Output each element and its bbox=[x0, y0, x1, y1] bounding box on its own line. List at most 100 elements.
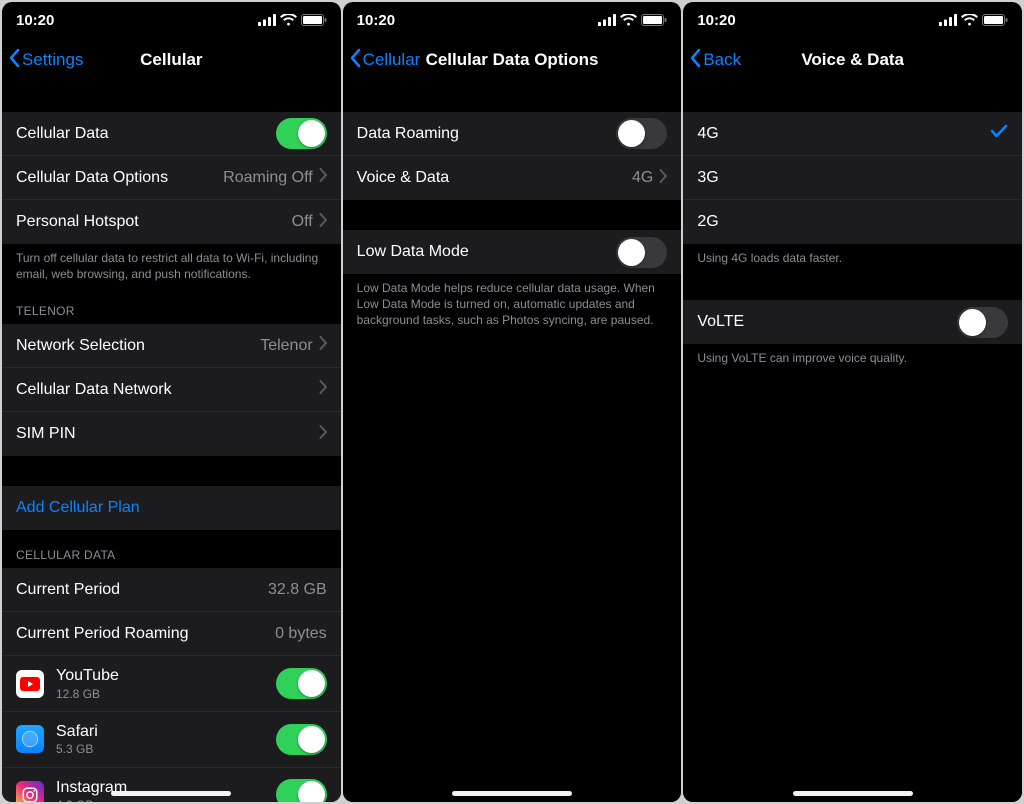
nav-bar: Cellular Cellular Data Options bbox=[343, 38, 682, 82]
status-time: 10:20 bbox=[357, 12, 395, 29]
table-group: Current Period32.8 GBCurrent Period Roam… bbox=[2, 568, 341, 802]
screen-voice-and-data: 10:20 Back Voice & Data 4G 3G 2G Using 4G l… bbox=[683, 2, 1022, 802]
status-bar: 10:20 bbox=[2, 2, 341, 38]
table-group: Low Data Mode bbox=[343, 230, 682, 274]
cellular-data-network[interactable]: Cellular Data Network bbox=[2, 368, 341, 412]
cell-label: Cellular Data Network bbox=[16, 381, 319, 399]
nav-back-button[interactable]: Back bbox=[689, 38, 741, 82]
youtube-icon bbox=[16, 670, 44, 698]
home-indicator[interactable] bbox=[111, 791, 231, 796]
chevron-left-icon bbox=[689, 48, 703, 73]
opt-4g[interactable]: 4G bbox=[683, 112, 1022, 156]
opt-2g[interactable]: 2G bbox=[683, 200, 1022, 244]
cell-value: Roaming Off bbox=[223, 169, 313, 187]
table-group: Add Cellular Plan bbox=[2, 486, 341, 530]
cell-label: Voice & Data bbox=[357, 169, 632, 187]
network-selection[interactable]: Network SelectionTelenor bbox=[2, 324, 341, 368]
chevron-right-icon bbox=[319, 213, 327, 232]
app-safari: Safari5.3 GB bbox=[2, 712, 341, 768]
wifi-icon bbox=[280, 14, 297, 26]
table-group: Data RoamingVoice & Data4G bbox=[343, 112, 682, 200]
add-cellular-plan[interactable]: Add Cellular Plan bbox=[2, 486, 341, 530]
wifi-icon bbox=[961, 14, 978, 26]
status-time: 10:20 bbox=[697, 12, 735, 29]
app-youtube: YouTube 12.8 GB bbox=[2, 656, 341, 712]
cell-text: Instagram4.3 GB bbox=[56, 772, 276, 802]
battery-icon bbox=[982, 14, 1008, 26]
section-header: CELLULAR DATA bbox=[2, 530, 341, 568]
cell-value: 32.8 GB bbox=[268, 581, 327, 599]
content-scroll[interactable]: Cellular Data Cellular Data OptionsRoamin… bbox=[2, 82, 341, 802]
chevron-left-icon bbox=[349, 48, 363, 73]
table-group: 4G 3G 2G bbox=[683, 112, 1022, 244]
cell-label: 3G bbox=[697, 169, 1008, 187]
cell-label: Safari bbox=[56, 722, 276, 741]
home-indicator[interactable] bbox=[452, 791, 572, 796]
cell-label: YouTube bbox=[56, 666, 276, 685]
home-indicator[interactable] bbox=[793, 791, 913, 796]
chevron-right-icon bbox=[319, 336, 327, 355]
status-right bbox=[598, 14, 667, 26]
cell-value: 4G bbox=[632, 169, 653, 187]
chevron-right-icon bbox=[659, 169, 667, 188]
app-instagram-toggle[interactable] bbox=[276, 779, 327, 802]
volte: VoLTE bbox=[683, 300, 1022, 344]
cell-label: SIM PIN bbox=[16, 425, 319, 443]
cell-label: Cellular Data Options bbox=[16, 169, 223, 187]
nav-back-button[interactable]: Settings bbox=[8, 38, 83, 82]
data-roaming-toggle[interactable] bbox=[616, 118, 667, 149]
section-footer: Using VoLTE can improve voice quality. bbox=[683, 344, 1022, 370]
table-group: Network SelectionTelenor Cellular Data Ne… bbox=[2, 324, 341, 456]
chevron-right-icon bbox=[319, 380, 327, 399]
cell-label: Cellular Data bbox=[16, 125, 276, 143]
current-period-roaming: Current Period Roaming0 bytes bbox=[2, 612, 341, 656]
battery-icon bbox=[301, 14, 327, 26]
cell-sublabel: 5.3 GB bbox=[56, 742, 276, 756]
cell-label: Current Period bbox=[16, 581, 268, 599]
section-footer: Turn off cellular data to restrict all d… bbox=[2, 244, 341, 286]
cell-label: 4G bbox=[697, 125, 990, 143]
voice-and-data[interactable]: Voice & Data4G bbox=[343, 156, 682, 200]
cellular-data: Cellular Data bbox=[2, 112, 341, 156]
section-footer: Using 4G loads data faster. bbox=[683, 244, 1022, 270]
nav-back-button[interactable]: Cellular bbox=[349, 38, 421, 82]
data-roaming: Data Roaming bbox=[343, 112, 682, 156]
section-header: TELENOR bbox=[2, 286, 341, 324]
cell-label: 2G bbox=[697, 213, 1008, 231]
personal-hotspot[interactable]: Personal HotspotOff bbox=[2, 200, 341, 244]
sim-pin[interactable]: SIM PIN bbox=[2, 412, 341, 456]
volte-toggle[interactable] bbox=[957, 307, 1008, 338]
cell-label: Current Period Roaming bbox=[16, 625, 275, 643]
content-scroll[interactable]: 4G 3G 2G Using 4G loads data faster. VoLTE Us… bbox=[683, 82, 1022, 802]
cell-value: Telenor bbox=[260, 337, 312, 355]
battery-icon bbox=[641, 14, 667, 26]
nav-back-label: Cellular bbox=[363, 50, 421, 70]
cellular-data-options[interactable]: Cellular Data OptionsRoaming Off bbox=[2, 156, 341, 200]
cellular-signal-icon bbox=[939, 14, 957, 26]
cellular-data-toggle[interactable] bbox=[276, 118, 327, 149]
nav-bar: Back Voice & Data bbox=[683, 38, 1022, 82]
checkmark-icon bbox=[990, 124, 1008, 143]
cell-sublabel: 12.8 GB bbox=[56, 687, 276, 701]
nav-title: Cellular bbox=[140, 50, 202, 70]
app-youtube-toggle[interactable] bbox=[276, 668, 327, 699]
instagram-icon bbox=[16, 781, 44, 802]
chevron-right-icon bbox=[319, 425, 327, 444]
nav-title: Cellular Data Options bbox=[426, 50, 599, 70]
cell-label: Low Data Mode bbox=[357, 243, 617, 261]
cell-label: VoLTE bbox=[697, 313, 957, 331]
current-period: Current Period32.8 GB bbox=[2, 568, 341, 612]
cell-label: Network Selection bbox=[16, 337, 260, 355]
cell-text: YouTube 12.8 GB bbox=[56, 660, 276, 707]
chevron-right-icon bbox=[319, 168, 327, 187]
cell-label: Personal Hotspot bbox=[16, 213, 292, 231]
wifi-icon bbox=[620, 14, 637, 26]
content-scroll[interactable]: Data RoamingVoice & Data4GLow Data ModeL… bbox=[343, 82, 682, 802]
safari-icon bbox=[16, 725, 44, 753]
low-data-mode: Low Data Mode bbox=[343, 230, 682, 274]
app-safari-toggle[interactable] bbox=[276, 724, 327, 755]
low-data-mode-toggle[interactable] bbox=[616, 237, 667, 268]
opt-3g[interactable]: 3G bbox=[683, 156, 1022, 200]
chevron-left-icon bbox=[8, 48, 22, 73]
nav-title: Voice & Data bbox=[801, 50, 904, 70]
